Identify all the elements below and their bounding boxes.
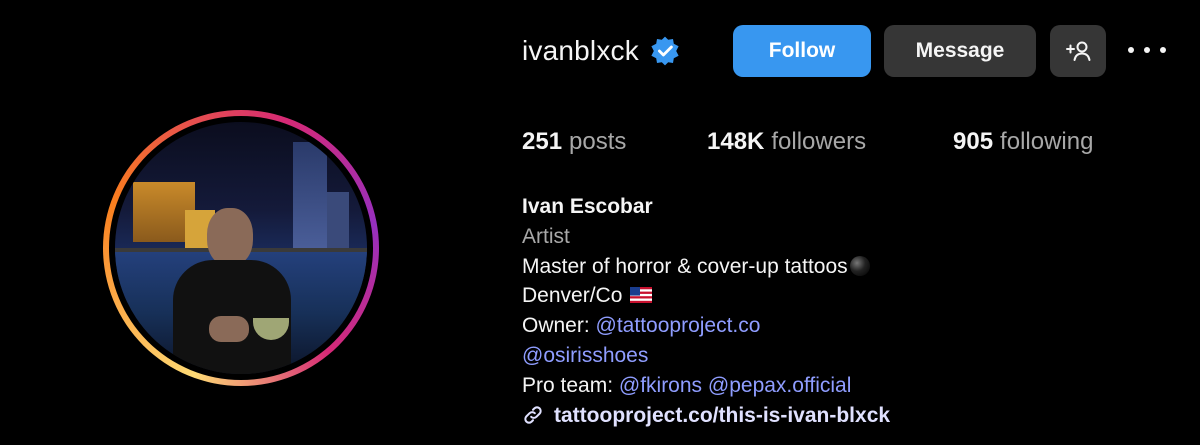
posts-label: posts	[569, 128, 627, 155]
owner-line: Owner: @tattooproject.co	[522, 311, 1162, 341]
us-flag-icon	[630, 287, 653, 304]
username: ivanblxck	[522, 35, 639, 66]
more-options-icon[interactable]	[1128, 38, 1166, 62]
location-text: Denver/Co	[522, 284, 623, 308]
external-link[interactable]: tattooproject.co/this-is-ivan-blxck	[554, 401, 890, 431]
mention-line: @osirisshoes	[522, 341, 1162, 371]
more-dot	[1144, 47, 1150, 53]
external-link-row[interactable]: tattooproject.co/this-is-ivan-blxck	[522, 401, 1162, 431]
bio: Ivan Escobar Artist Master of horror & c…	[522, 192, 1162, 430]
add-person-icon	[1066, 41, 1091, 61]
more-dot	[1160, 47, 1166, 53]
avatar-person-head	[207, 208, 253, 266]
followers-label: followers	[771, 128, 867, 155]
bio-line: Master of horror & cover-up tattoos	[522, 252, 1162, 282]
story-ring-gap	[109, 116, 373, 380]
following-label: following	[1000, 128, 1094, 155]
fkirons-mention-link[interactable]: @fkirons	[619, 374, 702, 397]
followers-count: 148K	[707, 128, 765, 155]
pro-team-prefix: Pro team:	[522, 373, 619, 397]
story-ring[interactable]	[103, 110, 379, 386]
bio-text: Master of horror & cover-up tattoos	[522, 254, 848, 278]
pepax-mention-link[interactable]: @pepax.official	[708, 374, 852, 397]
owner-mention-link[interactable]: @tattooproject.co	[596, 314, 761, 337]
posts-stat: 251 posts	[522, 125, 626, 159]
message-button[interactable]: Message	[884, 25, 1036, 77]
black-circle-icon	[849, 255, 870, 276]
full-name: Ivan Escobar	[522, 195, 653, 218]
following-count: 905	[953, 128, 994, 155]
more-dot	[1128, 47, 1134, 53]
username-row: ivanblxck	[522, 22, 681, 80]
avatar-person-hand	[209, 316, 249, 342]
osiris-mention-link[interactable]: @osirisshoes	[522, 344, 648, 367]
followers-stat[interactable]: 148K followers	[707, 125, 866, 159]
profile-avatar[interactable]	[115, 122, 367, 374]
avatar-tower-right	[293, 142, 327, 252]
posts-count: 251	[522, 128, 563, 155]
suggested-users-button[interactable]	[1050, 25, 1106, 77]
category-label: Artist	[522, 224, 570, 248]
following-stat[interactable]: 905 following	[953, 125, 1093, 159]
verified-badge-icon	[651, 36, 679, 66]
location-line: Denver/Co	[522, 281, 1162, 311]
pro-team-line: Pro team: @fkirons @pepax.official	[522, 371, 1162, 401]
follow-button[interactable]: Follow	[733, 25, 871, 77]
owner-prefix: Owner:	[522, 314, 596, 338]
link-icon	[524, 406, 542, 425]
avatar-tower-far	[327, 192, 349, 252]
